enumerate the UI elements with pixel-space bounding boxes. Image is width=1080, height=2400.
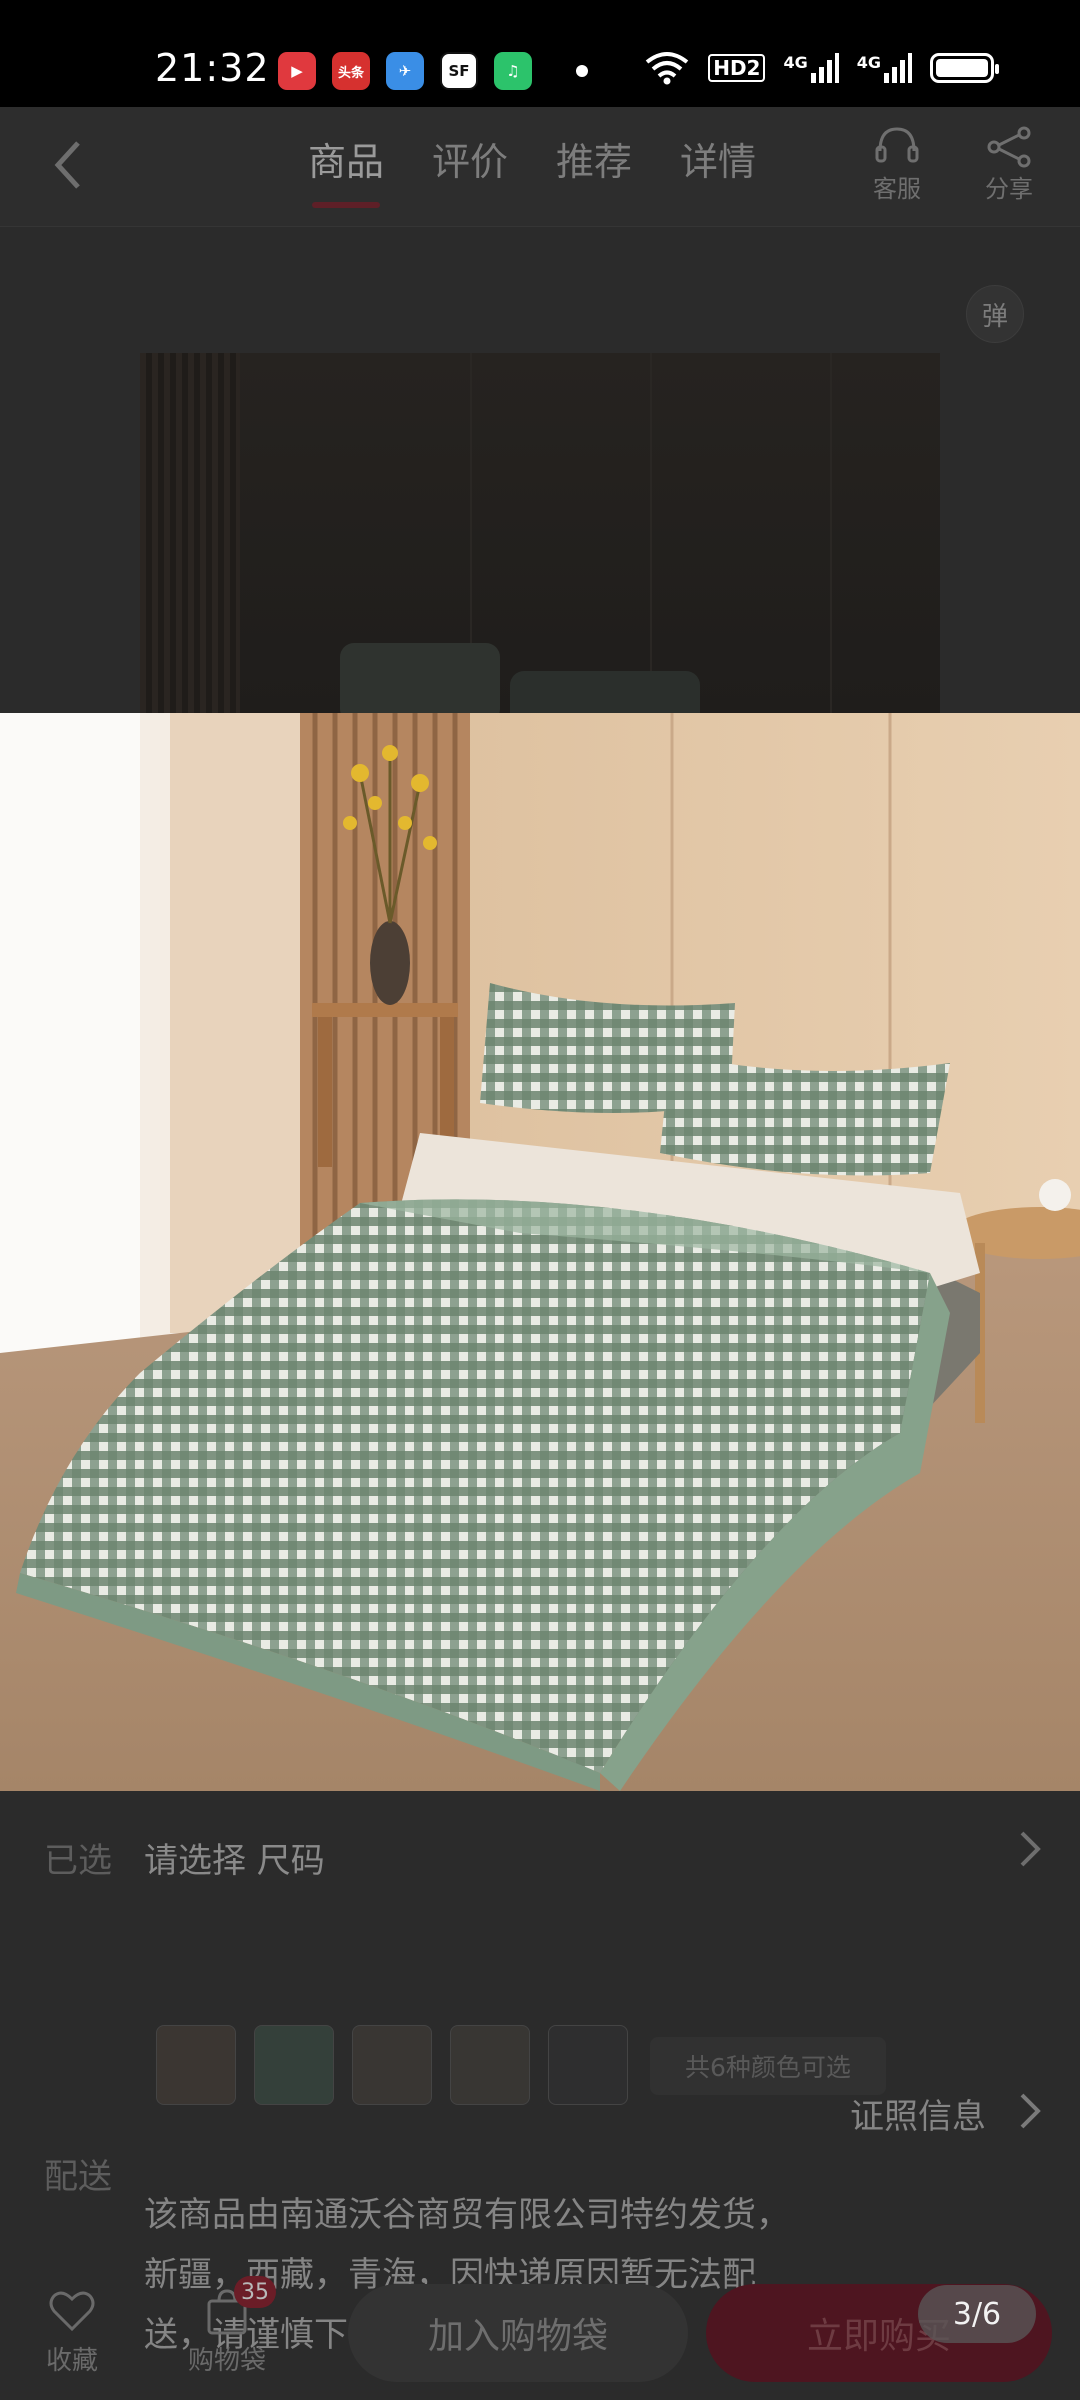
video-app-icon: ▶: [278, 52, 316, 90]
headset-icon: [875, 127, 919, 163]
tab-bar: 商品 评价 推荐 详情: [308, 131, 756, 208]
color-swatch[interactable]: [450, 2025, 530, 2105]
toutiao-app-icon: 头条: [332, 52, 370, 90]
dimmed-product-preview: [140, 353, 940, 713]
shipping-label: 配送: [44, 2157, 112, 2197]
add-to-bag-button[interactable]: 加入购物袋: [348, 2284, 688, 2382]
image-page-indicator: 3/6: [918, 2285, 1036, 2343]
tab-reviews[interactable]: 评价: [432, 131, 508, 186]
more-notifications-dot: [576, 65, 588, 77]
back-button[interactable]: [48, 135, 88, 209]
top-nav: 商品 评价 推荐 详情 客服 分享: [0, 107, 1080, 227]
bag-count-badge: 35: [234, 2276, 276, 2308]
chevron-left-icon: [54, 141, 80, 189]
tab-product[interactable]: 商品: [308, 131, 384, 208]
share-label: 分享: [985, 175, 1033, 203]
hd-icon: HD2: [708, 54, 766, 82]
signal-1-icon: 4G: [783, 53, 839, 83]
color-swatch[interactable]: [254, 2025, 334, 2105]
danmu-toggle-button[interactable]: 弹: [966, 285, 1024, 343]
favorite-button[interactable]: 收藏: [46, 2282, 98, 2377]
color-swatch[interactable]: [156, 2025, 236, 2105]
share-icon: [987, 126, 1031, 168]
customer-service-label: 客服: [873, 175, 921, 203]
favorite-label: 收藏: [46, 2346, 99, 2376]
tab-recommend[interactable]: 推荐: [556, 131, 632, 186]
color-swatch[interactable]: [352, 2025, 432, 2105]
tab-details[interactable]: 详情: [680, 131, 756, 186]
bed-with-gingham-quilt-image: [0, 713, 1080, 1791]
sf-express-app-icon: SF: [440, 52, 478, 90]
heart-icon: [49, 2291, 95, 2332]
signal-2-icon: 4G: [857, 53, 912, 83]
status-time: 21:32: [155, 46, 270, 90]
license-info-link[interactable]: 证照信息: [850, 2089, 986, 2138]
status-bar: 21:32 ▶ 头条 ✈ SF ♫ HD2 4G 4G: [0, 0, 1080, 107]
chevron-right-icon[interactable]: [1018, 1829, 1042, 1869]
wifi-icon: [645, 52, 689, 85]
customer-service-button[interactable]: 客服: [872, 125, 922, 204]
colors-count-note[interactable]: 共6种颜色可选: [650, 2037, 886, 2095]
shopping-bag-label: 购物袋: [188, 2346, 267, 2376]
selected-label: 已选: [44, 1841, 112, 1881]
product-photo[interactable]: [0, 713, 1080, 1791]
chevron-right-icon[interactable]: [1018, 2091, 1042, 2131]
battery-icon: [930, 53, 999, 83]
color-swatches: [156, 2025, 628, 2105]
green-app-icon: ♫: [494, 52, 532, 90]
size-selector[interactable]: 请选择 尺码: [144, 1833, 325, 1882]
notification-icons: ▶ 头条 ✈ SF ♫: [278, 52, 588, 90]
system-icons: HD2 4G 4G: [644, 50, 999, 86]
share-button[interactable]: 分享: [984, 125, 1034, 204]
paper-plane-app-icon: ✈: [386, 52, 424, 90]
color-swatch[interactable]: [548, 2025, 628, 2105]
